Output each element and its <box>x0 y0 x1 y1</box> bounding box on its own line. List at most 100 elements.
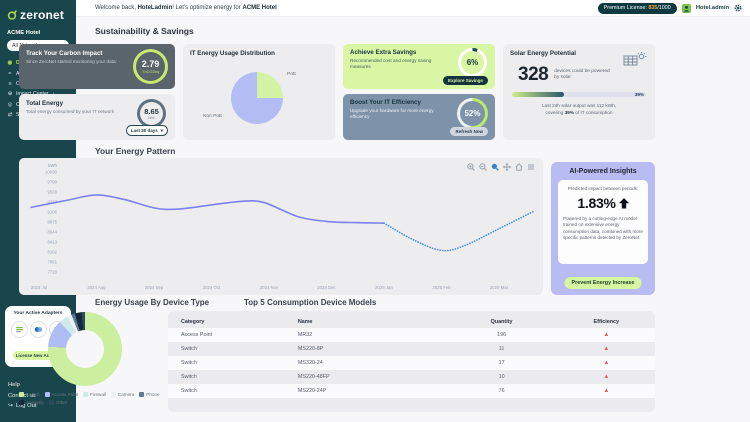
cell-efficiency: ▲ <box>558 370 655 384</box>
top-devices-table-card: Category Name Quantity Efficiency Access… <box>168 311 655 412</box>
zoom-out-icon[interactable] <box>479 163 487 171</box>
ai-prediction-label: Predicted impact between periods: <box>563 186 643 191</box>
device-type-donut-chart <box>48 312 122 386</box>
column-quantity: Quantity <box>446 315 558 328</box>
carbon-value: 2.79 <box>142 59 160 69</box>
license-value: 835 <box>648 5 657 11</box>
adapter-logo-2[interactable] <box>30 321 47 338</box>
legend-label: Anomaly <box>26 400 44 405</box>
svg-text:2024 Nov: 2024 Nov <box>260 285 279 290</box>
org-label: ACME Hotel <box>0 24 76 36</box>
cell-category: Switch <box>168 370 285 384</box>
avatar[interactable] <box>682 4 691 13</box>
energy-pattern-line-chart: kWh7720795181828413864488759106933795689… <box>19 158 543 295</box>
top-right-cluster: Premium License: 835/1000 Hotel.admin <box>598 3 742 14</box>
solar-panel-icon <box>623 51 647 68</box>
zoom-in-icon[interactable] <box>467 163 475 171</box>
ai-insights-title: AI-Powered Insights <box>551 168 655 175</box>
cell-name: MR32 <box>285 328 446 342</box>
savings-subtitle: Recommended cost and energy saving measu… <box>350 58 442 70</box>
top-bar: Welcome back, HoteLadmin! Let's optimize… <box>76 0 750 17</box>
svg-text:2024 Jul: 2024 Jul <box>31 285 47 290</box>
ai-description: Powered by a cutting-edge AI model train… <box>563 216 643 242</box>
svg-text:10030: 10030 <box>45 170 58 175</box>
up-arrow-icon <box>619 198 629 209</box>
carbon-ring: 2.79 TnCO2eq <box>133 49 168 84</box>
energy-pattern-title: Your Energy Pattern <box>95 146 175 156</box>
help-link[interactable]: Help <box>8 382 37 388</box>
column-name: Name <box>285 315 446 328</box>
cell-efficiency: ▲ <box>558 384 655 398</box>
legend-swatch <box>83 392 88 397</box>
svg-text:8413: 8413 <box>47 240 57 245</box>
adapters-title: Your Active Adapters <box>8 311 68 316</box>
date-range-value: Last 30 days <box>131 128 158 133</box>
legend-item: Access Point <box>45 392 79 397</box>
ai-prediction-value-row: 1.83% <box>563 195 643 211</box>
top-devices-table: Category Name Quantity Efficiency Access… <box>168 315 655 398</box>
gear-icon[interactable] <box>734 4 742 12</box>
solar-note-percent: 39% <box>565 110 574 115</box>
pan-icon[interactable] <box>503 163 511 171</box>
svg-text:2024 Dec: 2024 Dec <box>317 285 336 290</box>
solar-note-line1: Last 24h solar output was 112 kWh, <box>542 103 616 108</box>
warning-triangle-icon: ▲ <box>603 374 609 380</box>
cell-quantity: 11 <box>446 342 558 356</box>
license-badge: Premium License: 835/1000 <box>598 3 677 14</box>
stop-impersonation-icon: ⇄ <box>7 112 13 118</box>
legend-item: Phone <box>139 392 159 397</box>
warning-triangle-icon: ▲ <box>603 388 609 394</box>
donut-legend: Switch Access Point Firewall Camera Phone Ano… <box>19 392 177 405</box>
total-energy-value: 8.65 <box>144 107 159 116</box>
cell-name: MS220-8P <box>285 342 446 356</box>
legend-swatch <box>45 392 50 397</box>
adapter-logo-1[interactable] <box>11 321 28 338</box>
explore-savings-button[interactable]: Explore Savings <box>443 76 488 85</box>
solar-caption: devices could be powered by solar <box>554 69 612 81</box>
legend-swatch <box>19 400 24 405</box>
home-icon[interactable] <box>515 163 523 171</box>
refresh-now-button[interactable]: Refresh Now <box>450 127 488 136</box>
cell-efficiency: ▲ <box>558 328 655 342</box>
zoom-select-icon[interactable] <box>491 163 499 171</box>
cell-name: MS220-48FP <box>285 370 446 384</box>
legend-label: Other <box>56 400 68 405</box>
column-efficiency: Efficiency <box>558 315 655 328</box>
savings-ring: 6% <box>458 48 487 77</box>
device-usage-title: Energy Usage By Device Type <box>95 298 209 307</box>
svg-text:2025 Feb: 2025 Feb <box>432 285 451 290</box>
cell-category: Switch <box>168 356 285 370</box>
cell-quantity: 196 <box>446 328 558 342</box>
cell-quantity: 76 <box>446 384 558 398</box>
carbon-unit: TnCO2eq <box>142 69 159 74</box>
organization-icon: ◎ <box>7 102 13 108</box>
adapter-1-icon <box>15 325 24 334</box>
svg-text:8875: 8875 <box>47 220 57 225</box>
table-header-row: Category Name Quantity Efficiency <box>168 315 655 328</box>
welcome-middle: ! Let's optimize energy for <box>172 5 242 11</box>
energy-pattern-chart-card: kWh7720795181828413864488759106933795689… <box>19 158 543 295</box>
legend-item: Switch <box>19 392 40 397</box>
svg-text:2025 Mar: 2025 Mar <box>490 285 509 290</box>
svg-text:7720: 7720 <box>47 270 57 275</box>
legend-label: Access Point <box>52 392 79 397</box>
boost-ring: 52% <box>457 98 488 129</box>
table-row: SwitchMS220-48FP10▲ <box>168 370 655 384</box>
cat-insights-icon: ≡ <box>7 81 13 87</box>
solar-note-line2c: of IT consumption <box>574 110 612 115</box>
svg-text:9106: 9106 <box>47 210 57 215</box>
legend-item: Camera <box>111 392 134 397</box>
solar-note-line2a: covering <box>546 110 565 115</box>
legend-swatch <box>111 392 116 397</box>
table-row: SwitchMS220-24P76▲ <box>168 384 655 398</box>
chart-toolbar <box>467 163 535 171</box>
solar-device-count: 328 <box>518 64 548 86</box>
table-row: SwitchMS220-8P11▲ <box>168 342 655 356</box>
menu-icon[interactable] <box>527 163 535 171</box>
cell-efficiency: ▲ <box>558 356 655 370</box>
legend-label: Switch <box>26 392 40 397</box>
column-category: Category <box>168 315 285 328</box>
prevent-energy-increase-button[interactable]: Prevent Energy Increase <box>565 277 642 289</box>
legend-label: Firewall <box>90 392 106 397</box>
date-range-dropdown[interactable]: Last 30 days ▾ <box>126 125 168 136</box>
